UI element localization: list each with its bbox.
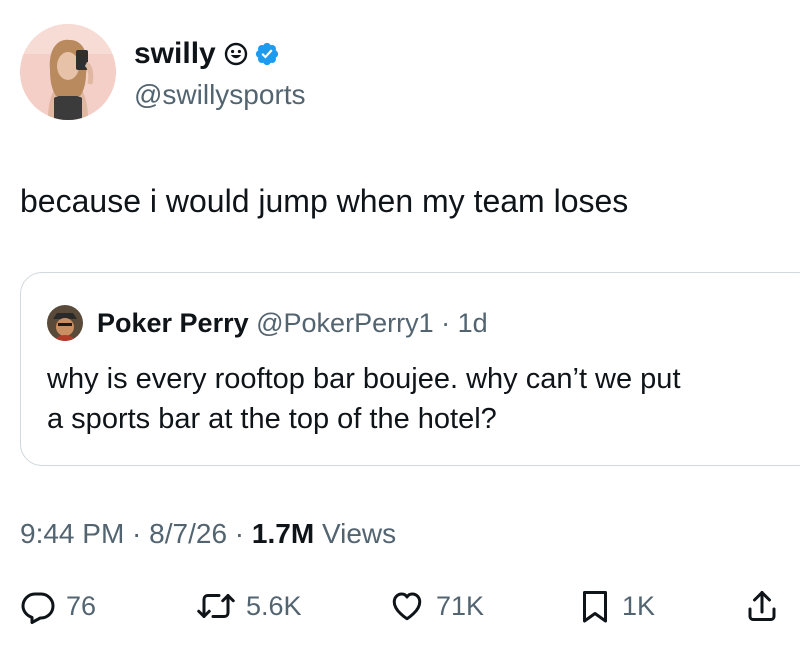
reply-count: 76 bbox=[66, 591, 97, 621]
quoted-author-name[interactable]: Poker Perry bbox=[97, 308, 249, 338]
views-label: Views bbox=[321, 518, 397, 549]
tweet-text: because i would jump when my team loses bbox=[20, 183, 629, 219]
repost-button[interactable]: 5.6K bbox=[196, 584, 302, 628]
share-button[interactable] bbox=[744, 584, 780, 628]
tweet-action-bar: 76 5.6K 71K 1K bbox=[0, 584, 800, 628]
like-count: 71K bbox=[436, 591, 485, 621]
meta-separator-2: · bbox=[227, 518, 252, 549]
tweet-date[interactable]: 8/7/26 bbox=[149, 518, 227, 549]
quoted-tweet-text: why is every rooftop bar boujee. why can… bbox=[47, 363, 681, 435]
heart-icon bbox=[392, 592, 422, 621]
meta-separator: · bbox=[124, 518, 150, 549]
quoted-tweet-age[interactable]: 1d bbox=[458, 308, 488, 338]
author-display-name[interactable]: swilly bbox=[134, 36, 216, 72]
author-badges bbox=[224, 41, 280, 67]
quoted-tweet-header: Poker Perry @PokerPerry1 · 1d bbox=[97, 306, 488, 340]
quoted-tweet-card[interactable]: Poker Perry @PokerPerry1 · 1d why is eve… bbox=[20, 272, 800, 466]
bookmark-button[interactable]: 1K bbox=[578, 584, 655, 628]
author-display-name-row: swilly bbox=[134, 36, 280, 72]
like-button[interactable]: 71K bbox=[388, 584, 484, 628]
author-handle[interactable]: @swillysports bbox=[134, 78, 306, 112]
repost-icon bbox=[197, 594, 235, 618]
author-avatar[interactable] bbox=[20, 24, 116, 120]
quoted-author-avatar[interactable] bbox=[47, 305, 83, 341]
bookmark-count: 1K bbox=[622, 591, 656, 621]
tweet-meta: 9:44 PM · 8/7/26 · 1.7M Views bbox=[20, 516, 396, 552]
quoted-separator: · bbox=[433, 308, 458, 338]
verified-badge-icon[interactable] bbox=[254, 41, 280, 67]
profile-photo-icon bbox=[20, 24, 116, 120]
reply-icon bbox=[21, 592, 55, 624]
tweet-time[interactable]: 9:44 PM bbox=[20, 518, 124, 549]
smiley-emoji-icon bbox=[224, 42, 247, 66]
quoted-author-handle[interactable]: @PokerPerry1 bbox=[256, 308, 433, 338]
bookmark-icon bbox=[583, 591, 607, 623]
reply-button[interactable]: 76 bbox=[20, 584, 96, 628]
views-count: 1.7M bbox=[251, 518, 315, 549]
repost-count: 5.6K bbox=[246, 591, 302, 621]
quoted-profile-photo-icon bbox=[47, 305, 83, 341]
share-icon bbox=[748, 591, 776, 621]
